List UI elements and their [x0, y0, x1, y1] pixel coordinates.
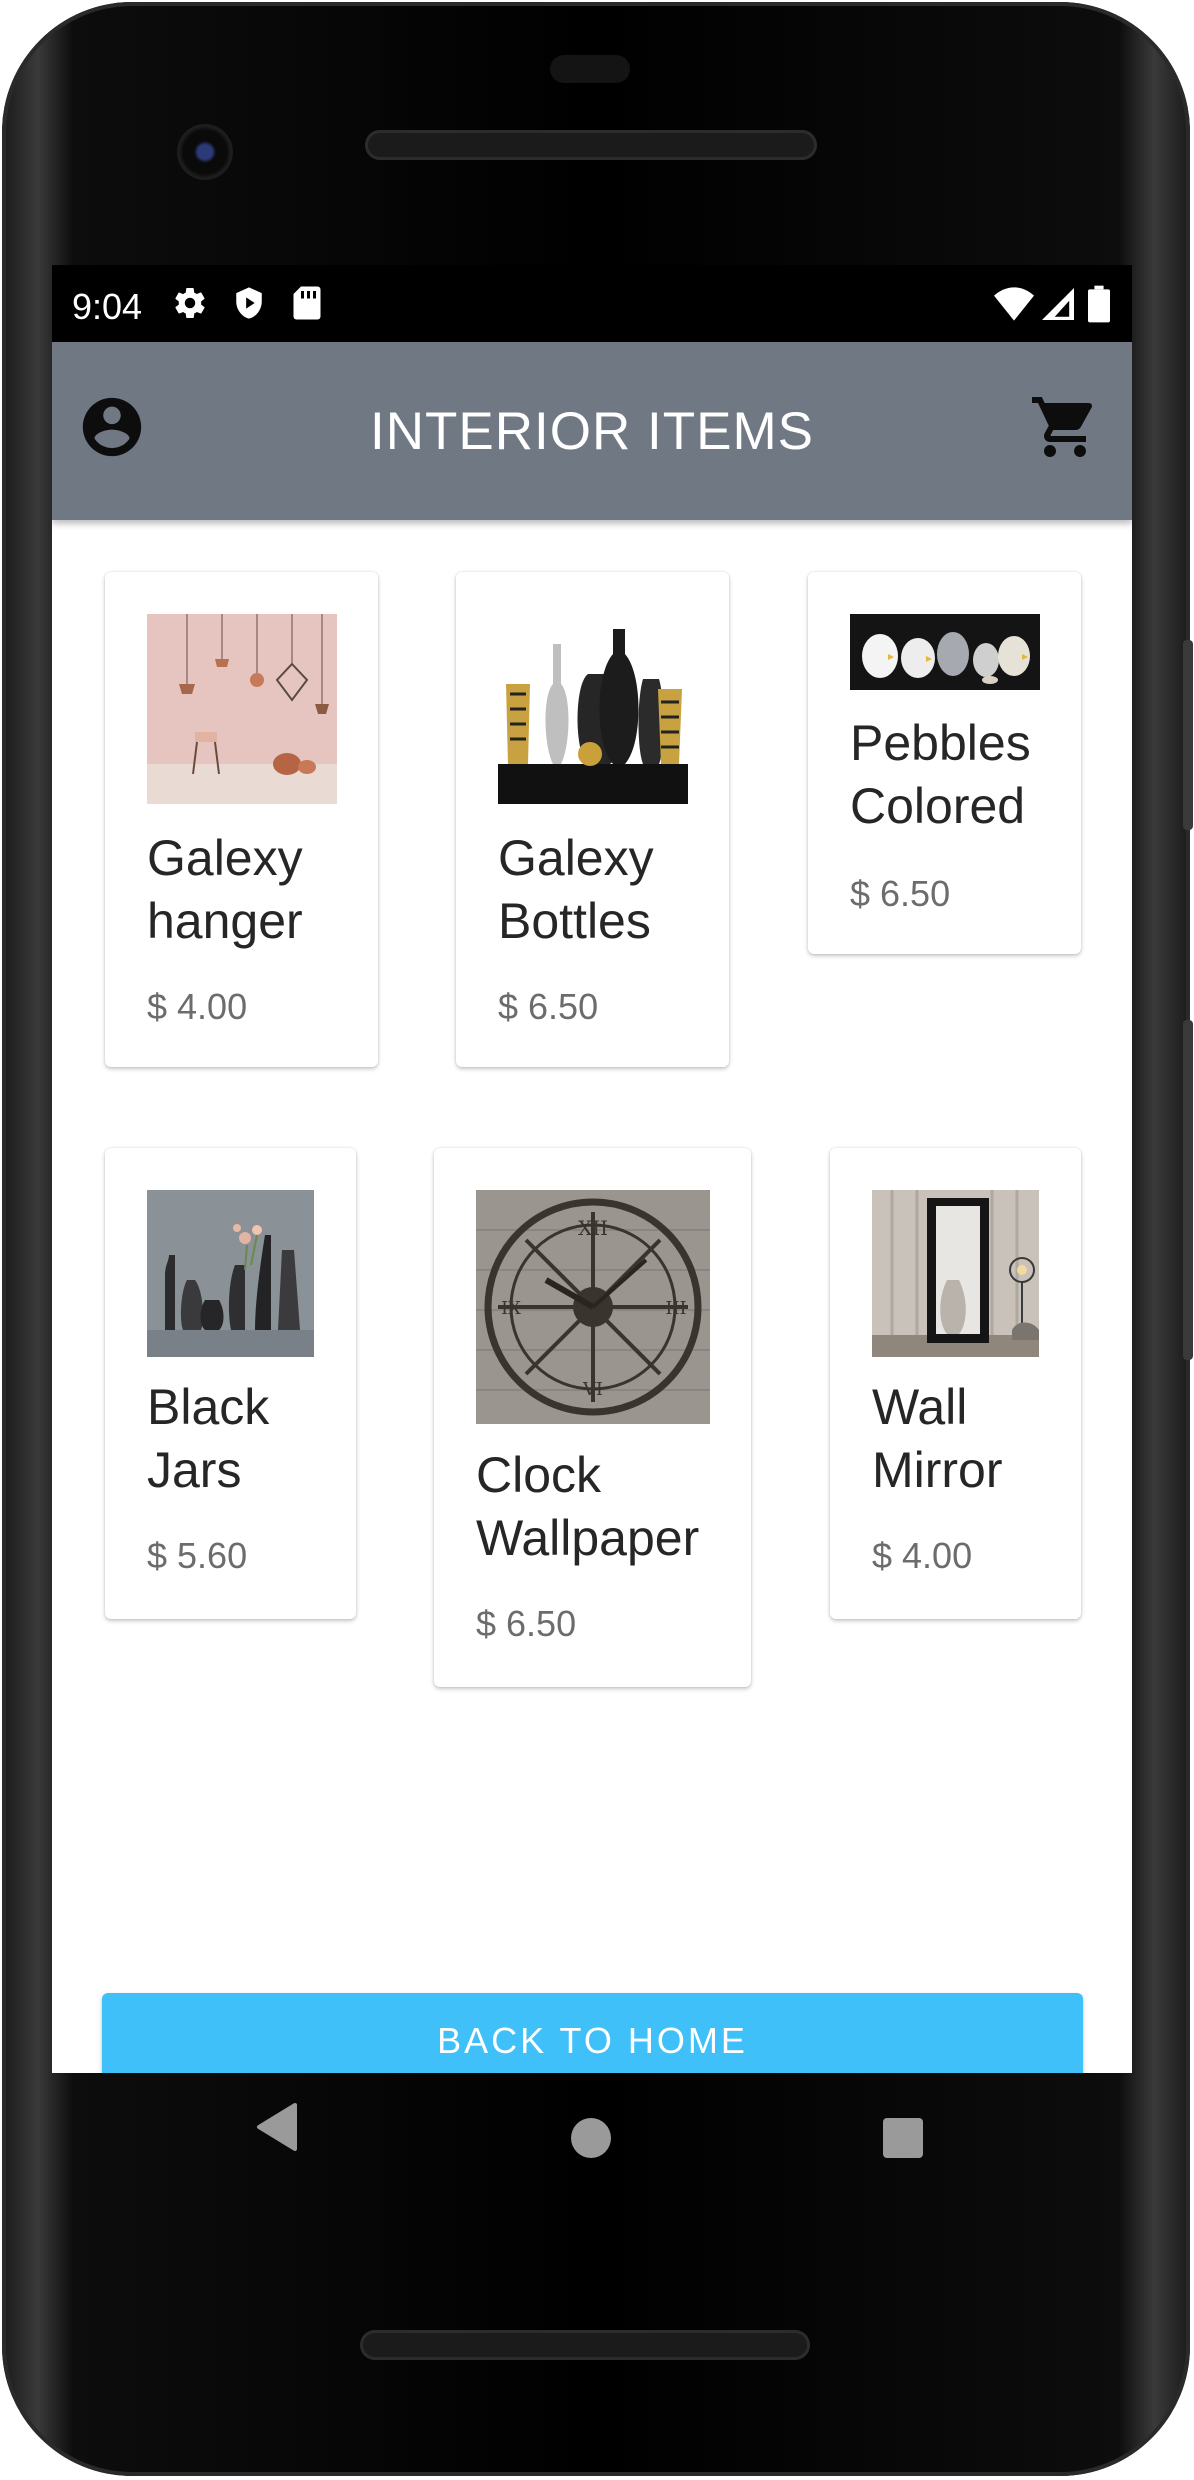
- gear-icon: [172, 285, 208, 326]
- bottom-speaker: [360, 2330, 810, 2360]
- clock-image: XII III VI IX: [476, 1190, 710, 1424]
- product-price: $ 4.00: [147, 986, 248, 1027]
- home-icon[interactable]: [570, 2117, 612, 2164]
- earpiece-speaker: [365, 130, 817, 160]
- recents-icon[interactable]: [882, 2117, 924, 2164]
- product-name: Black Jars: [147, 1379, 270, 1498]
- signal-icon: [1042, 287, 1074, 326]
- product-card[interactable]: Black Jars $ 5.60: [105, 1148, 356, 1619]
- phone-device: 9:04 INTERIOR ITEMS Galexy hanger $ 4.00…: [0, 0, 1194, 2480]
- page-title: INTERIOR ITEMS: [370, 402, 814, 461]
- back-icon[interactable]: [255, 2103, 299, 2156]
- pendant-lamps-image: [147, 614, 337, 804]
- back-to-home-button[interactable]: BACK TO HOME: [102, 1993, 1083, 2073]
- product-name: Wall Mirror: [872, 1379, 1003, 1498]
- product-card[interactable]: Galexy Bottles $ 6.50: [456, 572, 729, 1067]
- cart-icon: [1029, 391, 1101, 468]
- shield-icon: [232, 285, 266, 326]
- product-card[interactable]: Wall Mirror $ 4.00: [830, 1148, 1081, 1619]
- svg-text:VI: VI: [582, 1379, 603, 1400]
- screen: 9:04 INTERIOR ITEMS Galexy hanger $ 4.00…: [52, 265, 1132, 2073]
- status-time: 9:04: [72, 286, 143, 327]
- volume-button: [1183, 640, 1193, 830]
- proximity-sensor: [550, 55, 630, 83]
- sd-card-icon: [292, 285, 322, 326]
- product-card[interactable]: Pebbles Colored $ 6.50: [808, 572, 1081, 954]
- svg-text:XII: XII: [578, 1216, 608, 1240]
- app-bar: INTERIOR ITEMS: [52, 342, 1132, 520]
- wall-mirror-image: [872, 1190, 1039, 1357]
- product-price: $ 6.50: [498, 986, 599, 1027]
- black-jars-image: [147, 1190, 314, 1357]
- product-price: $ 4.00: [872, 1535, 973, 1576]
- cart-button[interactable]: [1025, 389, 1105, 469]
- product-grid: Galexy hanger $ 4.00 Galexy Bottles $ 6.…: [52, 520, 1132, 2073]
- product-price: $ 6.50: [850, 873, 951, 914]
- product-card[interactable]: Galexy hanger $ 4.00: [105, 572, 378, 1067]
- product-price: $ 5.60: [147, 1535, 248, 1576]
- status-bar: 9:04: [52, 265, 1132, 342]
- product-name: Pebbles Colored: [850, 715, 1031, 834]
- pebbles-image: [850, 614, 1040, 690]
- power-button: [1183, 1020, 1193, 1360]
- bottles-image: [498, 614, 688, 804]
- battery-icon: [1088, 285, 1110, 328]
- svg-text:III: III: [665, 1298, 686, 1319]
- product-name: Clock Wallpaper: [476, 1447, 700, 1566]
- svg-text:IX: IX: [501, 1298, 521, 1319]
- product-name: Galexy Bottles: [498, 830, 654, 949]
- product-card[interactable]: XII III VI IX Clock Wallpaper $ 6.50: [434, 1148, 751, 1687]
- wifi-icon: [994, 287, 1034, 326]
- front-camera: [177, 124, 233, 180]
- product-name: Galexy hanger: [147, 830, 303, 949]
- product-price: $ 6.50: [476, 1603, 577, 1644]
